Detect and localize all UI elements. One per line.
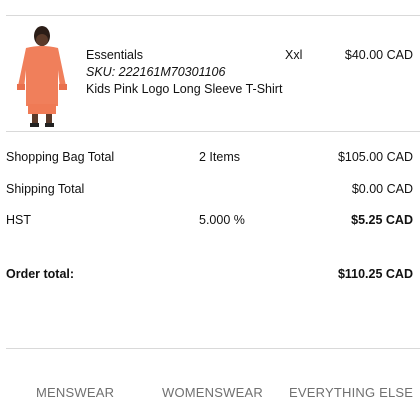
footer-divider — [6, 348, 420, 349]
product-image[interactable] — [12, 24, 72, 128]
product-thumbnail-graphic — [17, 26, 67, 127]
nav-menswear[interactable]: MENSWEAR — [36, 385, 114, 400]
item-name[interactable]: Kids Pink Logo Long Sleeve T-Shirt — [86, 82, 282, 96]
shipping-row: Shipping Total $0.00 CAD — [6, 182, 413, 198]
item-divider — [6, 131, 420, 132]
order-total-value: $110.25 CAD — [337, 267, 413, 281]
nav-everything-else[interactable]: EVERYTHING ELSE — [289, 385, 413, 400]
shipping-value: $0.00 CAD — [351, 182, 413, 196]
item-sku: SKU: 222161M70301106 — [86, 65, 226, 79]
tax-label: HST — [6, 213, 31, 227]
tax-row: HST 5.000 % $5.25 CAD — [6, 213, 413, 229]
order-total-row: Order total: $110.25 CAD — [6, 267, 413, 283]
item-brand[interactable]: Essentials — [86, 48, 143, 62]
order-total-label: Order total: — [6, 267, 75, 281]
cart-item: Essentials SKU: 222161M70301106 Kids Pin… — [0, 16, 420, 131]
item-price: $40.00 CAD — [344, 48, 413, 62]
tax-value: $5.25 CAD — [351, 213, 413, 227]
nav-womenswear[interactable]: WOMENSWEAR — [162, 385, 263, 400]
shipping-label: Shipping Total — [6, 182, 85, 196]
bag-total-row: Shopping Bag Total 2 Items $105.00 CAD — [6, 150, 413, 166]
bag-total-label: Shopping Bag Total — [6, 150, 115, 164]
tax-rate: 5.000 % — [199, 213, 245, 227]
bag-item-count: 2 Items — [199, 150, 240, 164]
bag-total-value: $105.00 CAD — [337, 150, 413, 164]
item-size: Xxl — [285, 48, 303, 62]
